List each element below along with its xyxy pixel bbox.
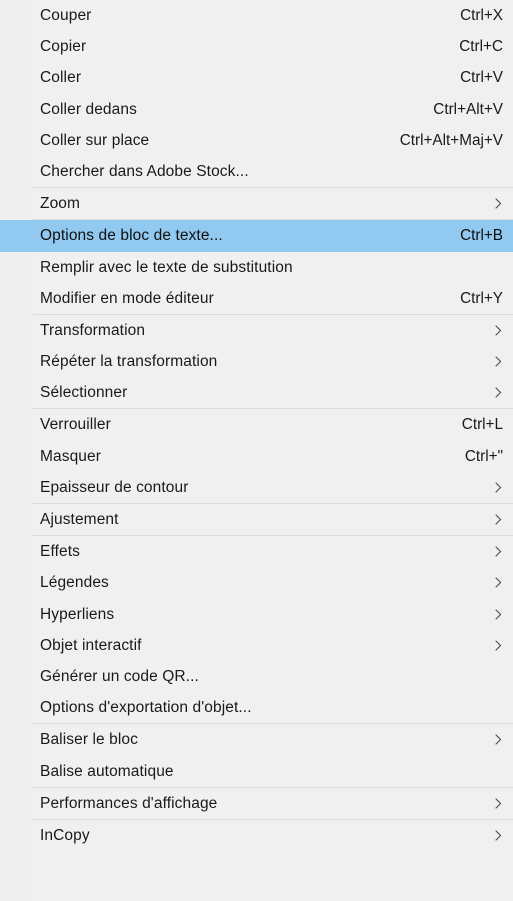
menu-item-label: Coller [40,69,82,87]
menu-item[interactable]: Chercher dans Adobe Stock... [0,156,513,187]
menu-item-shortcut: Ctrl+V [460,69,503,87]
menu-item-label: Chercher dans Adobe Stock... [40,162,249,180]
menu-item[interactable]: Zoom [0,188,513,219]
menu-item-label: Options de bloc de texte... [40,227,223,245]
chevron-right-icon [492,820,504,851]
menu-item-shortcut: Ctrl+L [461,416,503,434]
menu-item[interactable]: Transformation [0,315,513,346]
menu-item[interactable]: Baliser le bloc [0,724,513,755]
menu-item[interactable]: Ajustement [0,504,513,535]
menu-item[interactable]: Remplir avec le texte de substitution [0,252,513,283]
chevron-right-icon [492,346,504,377]
menu-item[interactable]: Modifier en mode éditeur Ctrl+Y [0,283,513,314]
chevron-right-icon [492,567,504,598]
menu-item[interactable]: Légendes [0,567,513,598]
menu-item-label: Options d'exportation d'objet... [40,699,252,717]
menu-item-label: Performances d'affichage [40,794,218,812]
menu-item[interactable]: Copier Ctrl+C [0,31,513,62]
menu-item-shortcut: Ctrl+Alt+Maj+V [399,131,503,149]
menu-item[interactable]: Options d'exportation d'objet... [0,692,513,723]
menu-item-label: Verrouiller [40,416,111,434]
menu-item-label: Transformation [40,321,146,339]
chevron-right-icon [492,599,504,630]
menu-item-label: Zoom [40,195,81,213]
menu-item[interactable]: Hyperliens [0,599,513,630]
menu-item[interactable]: Effets [0,536,513,567]
chevron-right-icon [492,472,504,503]
menu-item[interactable]: Coller dedans Ctrl+Alt+V [0,94,513,125]
menu-item-label: Effets [40,543,80,561]
menu-item-shortcut: Ctrl+C [459,38,503,56]
menu-item-label: Générer un code QR... [40,667,199,685]
menu-item-label: Coller sur place [40,131,150,149]
menu-item[interactable]: Masquer Ctrl+" [0,441,513,472]
menu-item-label: Légendes [40,574,109,592]
menu-item-label: Baliser le bloc [40,731,138,749]
menu-item-label: Remplir avec le texte de substitution [40,258,293,276]
chevron-right-icon [492,724,504,755]
chevron-right-icon [492,188,504,219]
chevron-right-icon [492,788,504,819]
menu-item[interactable]: Balise automatique [0,756,513,787]
menu-item[interactable]: Sélectionner [0,377,513,408]
menu-item[interactable]: Générer un code QR... [0,661,513,692]
menu-item-label: Objet interactif [40,636,142,654]
chevron-right-icon [492,536,504,567]
menu-item[interactable]: Performances d'affichage [0,788,513,819]
menu-item[interactable]: Coller sur place Ctrl+Alt+Maj+V [0,125,513,156]
menu-item[interactable]: Epaisseur de contour [0,472,513,503]
menu-item[interactable]: Objet interactif [0,630,513,661]
menu-item[interactable]: Options de bloc de texte... Ctrl+B [0,220,513,252]
chevron-right-icon [492,377,504,408]
context-menu: Couper Ctrl+X Copier Ctrl+C Coller Ctrl+V Coll… [0,0,513,901]
chevron-right-icon [492,504,504,535]
menu-item[interactable]: Coller Ctrl+V [0,62,513,93]
menu-item-shortcut: Ctrl+Y [460,289,503,307]
menu-item-label: Hyperliens [40,605,115,623]
menu-item[interactable]: InCopy [0,820,513,851]
menu-item-shortcut: Ctrl+X [460,7,503,24]
menu-item-label: Ajustement [40,511,119,528]
chevron-right-icon [492,315,504,346]
context-menu-item-list: Couper Ctrl+X Copier Ctrl+C Coller Ctrl+V Coll… [0,0,513,851]
menu-item-label: Masquer [40,447,102,465]
menu-item-label: Sélectionner [40,384,128,402]
menu-item-label: Coller dedans [40,100,137,118]
menu-item-label: InCopy [40,826,90,844]
menu-item-shortcut: Ctrl+Alt+V [433,100,503,118]
menu-item-shortcut: Ctrl+" [464,447,503,465]
menu-item[interactable]: Répéter la transformation [0,346,513,377]
menu-item[interactable]: Couper Ctrl+X [0,0,513,31]
menu-item-label: Modifier en mode éditeur [40,289,214,307]
menu-item-label: Copier [40,38,87,56]
menu-item-label: Epaisseur de contour [40,478,189,496]
menu-item-shortcut: Ctrl+B [460,227,503,245]
menu-item[interactable]: Verrouiller Ctrl+L [0,409,513,440]
menu-item-label: Balise automatique [40,762,174,780]
menu-item-label: Couper [40,7,92,24]
chevron-right-icon [492,630,504,661]
menu-item-label: Répéter la transformation [40,353,218,371]
